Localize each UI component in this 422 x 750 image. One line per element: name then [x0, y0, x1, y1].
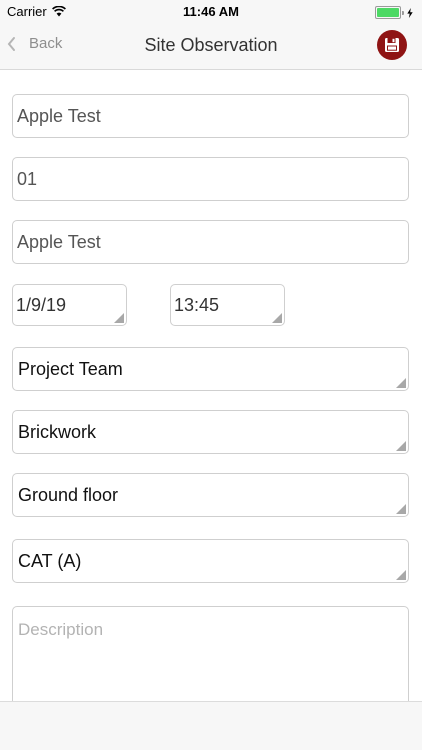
dropdown-corner-icon	[396, 441, 406, 451]
trade-select[interactable]: Brickwork	[12, 410, 409, 454]
back-label: Back	[29, 35, 63, 52]
dropdown-corner-icon	[396, 504, 406, 514]
time-value: 13:45	[174, 295, 220, 315]
battery-icon	[375, 6, 401, 19]
date-picker[interactable]: 1/9/19	[12, 284, 127, 326]
dropdown-corner-icon	[396, 378, 406, 388]
status-bar: Carrier 11:46 AM	[0, 0, 422, 22]
chevron-left-icon	[7, 36, 15, 51]
page-title: Site Observation	[144, 35, 278, 55]
battery-fill	[377, 8, 399, 17]
observation-number-input[interactable]: 01	[12, 157, 409, 201]
navigation-bar: Back Site Observation	[0, 22, 422, 70]
charging-bolt-icon	[407, 7, 413, 18]
category-value: CAT (A)	[18, 551, 82, 571]
status-time: 11:46 AM	[183, 4, 239, 19]
project-name-input[interactable]: Apple Test	[12, 94, 409, 138]
save-button[interactable]	[377, 30, 407, 60]
location-value: Ground floor	[18, 485, 119, 505]
category-select[interactable]: CAT (A)	[12, 539, 409, 583]
observation-name-input[interactable]: Apple Test	[12, 220, 409, 264]
dropdown-corner-icon	[272, 313, 282, 323]
date-value: 1/9/19	[16, 295, 67, 315]
description-textarea[interactable]: Description	[12, 606, 409, 716]
observer-value: Project Team	[18, 359, 123, 379]
location-select[interactable]: Ground floor	[12, 473, 409, 517]
dropdown-corner-icon	[396, 570, 406, 580]
description-placeholder: Description	[18, 620, 104, 639]
floppy-disk-icon	[385, 38, 399, 52]
bottom-toolbar	[0, 701, 422, 750]
battery-tip	[402, 10, 404, 15]
trade-value: Brickwork	[18, 422, 97, 442]
time-picker[interactable]: 13:45	[170, 284, 285, 326]
observer-select[interactable]: Project Team	[12, 347, 409, 391]
battery-indicator	[375, 6, 413, 19]
dropdown-corner-icon	[114, 313, 124, 323]
back-button[interactable]: Back	[6, 35, 62, 52]
